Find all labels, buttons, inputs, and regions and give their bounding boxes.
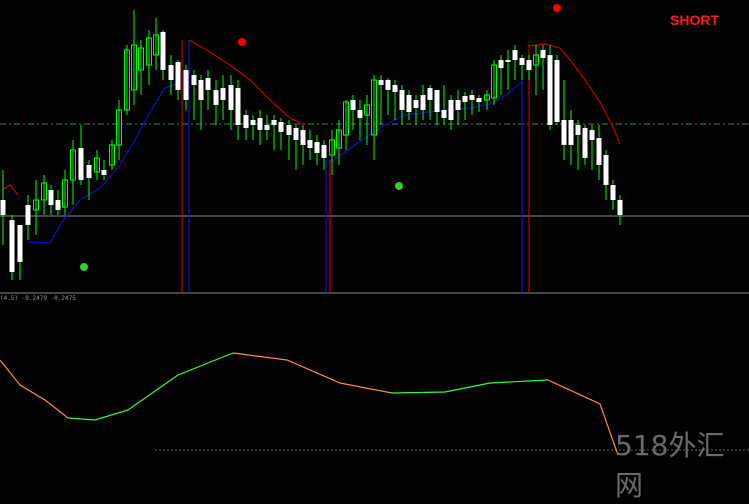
candle-body: [350, 100, 356, 110]
sell-dot-icon: [553, 4, 561, 12]
candle-body: [603, 155, 609, 185]
candle-body: [392, 85, 398, 92]
candle-body: [505, 60, 511, 62]
candle-body: [271, 120, 277, 125]
candle-body: [78, 148, 84, 180]
short-signal-label: SHORT: [670, 12, 719, 28]
candle-body: [17, 225, 23, 262]
candle-body: [191, 75, 197, 85]
buy-dot-icon: [395, 182, 403, 190]
candle-body: [257, 118, 263, 130]
candle-body: [286, 125, 292, 135]
candle-body: [205, 78, 211, 90]
candle-body: [399, 90, 405, 110]
trail-upper-line: [1, 184, 19, 196]
candle-body: [413, 100, 419, 108]
candle-body: [293, 128, 299, 140]
sell-dot-icon: [238, 38, 246, 46]
candle-body: [198, 80, 204, 100]
candle-body: [575, 125, 581, 135]
candle-body: [589, 130, 595, 140]
chart-canvas: [0, 4, 749, 456]
oscillator-falling-line: [547, 379, 619, 456]
candle-body: [86, 165, 92, 178]
candle-body: [568, 120, 574, 145]
candle-body: [441, 110, 447, 118]
candle-body: [314, 142, 320, 153]
candle-body: [434, 90, 440, 112]
candle-body: [469, 95, 475, 100]
candle-body: [55, 200, 61, 210]
candle-body: [561, 120, 567, 145]
candle-body: [455, 100, 461, 110]
candle-body: [160, 32, 166, 70]
candle-body: [420, 95, 426, 110]
candle-body: [213, 90, 219, 105]
candle-body: [512, 50, 518, 60]
candle-body: [547, 55, 553, 125]
oscillator-falling-line: [0, 359, 69, 419]
buy-dot-icon: [80, 263, 88, 271]
candle-body: [250, 120, 256, 125]
price-chart-window: SHORT (4.5) -0.2479 -0.2475 518外汇网: [0, 0, 749, 502]
candle-body: [307, 140, 313, 148]
indicator-subwindow-label: (4.5) -0.2479 -0.2475: [0, 295, 76, 302]
candle-body: [321, 145, 327, 158]
candle-body: [554, 60, 560, 122]
candle-body: [48, 190, 54, 205]
candle-body: [610, 185, 616, 200]
candle-body: [582, 128, 588, 158]
trail-lower-line: [329, 81, 523, 163]
candle-body: [406, 95, 412, 112]
candle-body: [596, 138, 602, 165]
candle-body: [357, 110, 363, 118]
candle-body: [519, 58, 525, 65]
candle-body: [264, 125, 270, 130]
candle-body: [220, 88, 226, 100]
candle-body: [448, 100, 454, 120]
candle-body: [243, 115, 249, 128]
candle-body: [0, 200, 6, 215]
candle-body: [427, 88, 433, 100]
candle-body: [476, 98, 482, 102]
candle-body: [235, 88, 241, 125]
oscillator-rising-line: [391, 379, 549, 394]
candle-body: [462, 96, 468, 102]
candle-body: [25, 205, 31, 225]
candle-body: [183, 70, 189, 100]
candle-body: [9, 220, 15, 272]
trail-lower-line: [27, 81, 183, 244]
candle-body: [300, 130, 306, 145]
candle-body: [617, 200, 623, 215]
candle-body: [228, 85, 234, 110]
oscillator-rising-line: [67, 352, 234, 421]
candle-body: [278, 122, 284, 132]
candle-body: [526, 60, 532, 70]
candle-body: [101, 170, 107, 175]
candle-body: [385, 80, 391, 90]
candle-body: [540, 50, 546, 58]
oscillator-falling-line: [232, 352, 393, 394]
candle-body: [498, 60, 504, 68]
candle-body: [168, 65, 174, 80]
watermark-text: 518外汇网: [615, 429, 725, 502]
candle-body: [175, 62, 181, 90]
candle-body: [378, 80, 384, 85]
